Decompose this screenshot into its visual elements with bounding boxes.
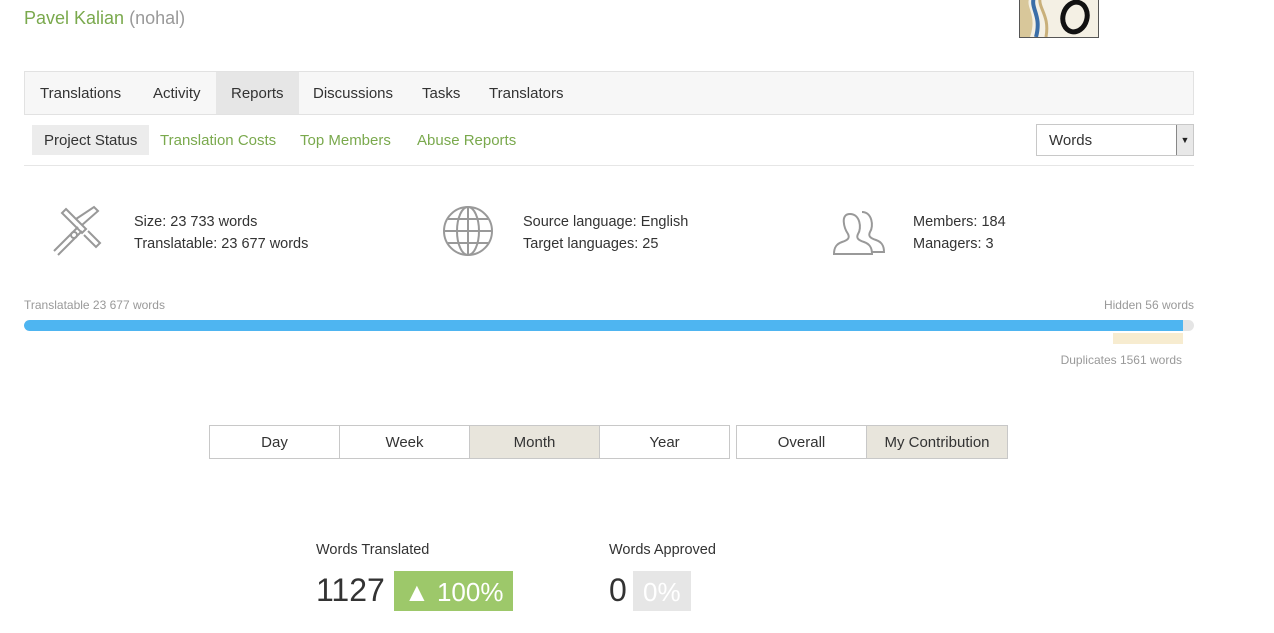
scope-button-group: Overall My Contribution: [736, 425, 1008, 459]
words-approved-label: Words Approved: [609, 542, 716, 558]
user-name-heading: Pavel Kalian (nohal): [24, 8, 185, 29]
translatable-text: Translatable: 23 677 words: [134, 236, 309, 252]
target-languages-text: Target languages: 25: [523, 236, 659, 252]
tab-reports[interactable]: Reports: [216, 72, 299, 114]
scope-overall-button[interactable]: Overall: [736, 425, 867, 459]
avatar[interactable]: [1019, 0, 1099, 38]
tab-activity[interactable]: Activity: [138, 72, 216, 114]
managers-text: Managers: 3: [913, 236, 994, 252]
tab-translations[interactable]: Translations: [25, 72, 136, 114]
tab-discussions[interactable]: Discussions: [298, 72, 408, 114]
chevron-down-icon[interactable]: ▼: [1176, 125, 1193, 155]
translatable-progress-fill: [24, 320, 1183, 331]
period-week-button[interactable]: Week: [339, 425, 470, 459]
reports-subnav: Project Status Translation Costs Top Mem…: [24, 125, 1194, 166]
words-translated-label: Words Translated: [316, 542, 430, 558]
subtab-translation-costs[interactable]: Translation Costs: [148, 125, 288, 155]
user-handle: (nohal): [129, 8, 186, 28]
hidden-words-label: Hidden 56 words: [1103, 298, 1194, 312]
subtab-top-members[interactable]: Top Members: [288, 125, 403, 155]
size-text: Size: 23 733 words: [134, 214, 258, 230]
language-stats: Source language: English Target language…: [523, 211, 688, 255]
words-approved-change-badge: 0%: [633, 571, 691, 611]
tab-translators[interactable]: Translators: [474, 72, 578, 114]
globe-icon: [442, 205, 494, 262]
subtab-project-status[interactable]: Project Status: [32, 125, 150, 155]
user-full-name[interactable]: Pavel Kalian: [24, 8, 124, 28]
words-translated-change-badge: ▲ 100%: [394, 571, 514, 611]
translatable-words-label: Translatable 23 677 words: [24, 298, 165, 312]
unit-select[interactable]: Words ▼: [1036, 124, 1194, 156]
period-month-button[interactable]: Month: [469, 425, 600, 459]
source-language-text: Source language: English: [523, 214, 689, 230]
project-size-stats: Size: 23 733 words Translatable: 23 677 …: [134, 211, 308, 255]
users-icon: [832, 208, 886, 261]
tab-tasks[interactable]: Tasks: [407, 72, 475, 114]
member-stats: Members: 184 Managers: 3: [913, 211, 1006, 255]
subtab-abuse-reports[interactable]: Abuse Reports: [405, 125, 528, 155]
scope-my-contribution-button[interactable]: My Contribution: [866, 425, 1008, 459]
caliper-icon: [52, 205, 104, 262]
duplicates-bar: [1113, 333, 1183, 344]
duplicates-words-label: Duplicates 1561 words: [1060, 353, 1182, 367]
words-translated-value: 1127: [316, 572, 385, 608]
progress-track: [24, 320, 1194, 331]
unit-select-value: Words: [1049, 132, 1093, 149]
members-text: Members: 184: [913, 214, 1006, 230]
period-year-button[interactable]: Year: [599, 425, 730, 459]
words-approved-value: 0: [609, 572, 627, 608]
period-day-button[interactable]: Day: [209, 425, 340, 459]
main-tabs: Translations Activity Reports Discussion…: [24, 71, 1194, 115]
period-button-group: Day Week Month Year: [209, 425, 730, 459]
